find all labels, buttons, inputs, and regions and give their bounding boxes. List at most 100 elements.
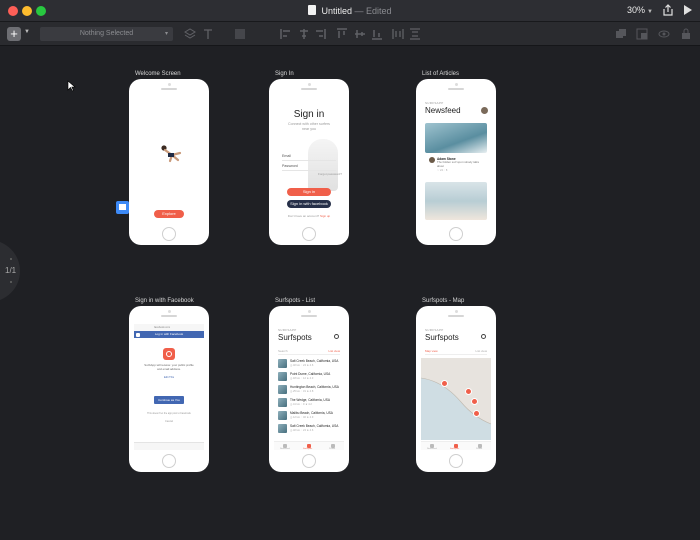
sign-up-prompt: Don't have an account? Sign up <box>274 214 344 218</box>
lock-icon[interactable] <box>680 28 692 40</box>
list-item[interactable]: The Wedge, California, USA ◷ 41 km ◌ 9 ★ … <box>278 397 340 409</box>
layers-icon[interactable] <box>184 28 196 40</box>
design-canvas[interactable] <box>0 47 700 540</box>
list-item[interactable]: Huntington Beach, California, USA ◷ 25 km… <box>278 384 340 396</box>
document-title: Untitled — Edited <box>0 5 700 16</box>
forgot-password-link[interactable]: Forgot password? <box>318 172 342 176</box>
tab-surfspots[interactable]: Surfspots <box>450 448 459 450</box>
list-item[interactable]: Salt Creek Beach, California, USA ◷ 32 km… <box>278 423 340 435</box>
list-item[interactable]: Malibu Beach, California, USA ◷ 12 km ◌ 4… <box>278 410 340 422</box>
artboard-label-facebook[interactable]: Sign in with Facebook <box>135 298 194 304</box>
flag-icon <box>119 204 126 210</box>
document-status: — Edited <box>354 6 392 16</box>
cancel-link[interactable]: Cancel <box>134 420 204 423</box>
boolean-union-icon[interactable] <box>615 28 627 40</box>
chevron-down-icon: ▾ <box>164 31 168 37</box>
align-right-icon[interactable] <box>314 28 326 40</box>
search-icon[interactable] <box>334 334 339 339</box>
list-item[interactable]: Salt Creek Beach, California, USA ◷ 32 km… <box>278 358 340 370</box>
welcome-screen: SurfsApp Discover the best surf spots an… <box>134 97 204 223</box>
article-excerpt: The hidden surf spot nobody talks about <box>437 160 479 168</box>
phone-home-button <box>449 227 463 241</box>
tab-profile[interactable]: Profile <box>329 448 335 450</box>
align-middle-icon[interactable] <box>354 28 366 40</box>
email-field[interactable] <box>282 160 336 161</box>
tab-bar: Newsfeed Surfspots Profile <box>274 441 344 450</box>
browser-url-bar[interactable]: facebook.com <box>134 324 204 331</box>
author-avatar <box>429 157 435 163</box>
map-pin[interactable] <box>471 398 478 405</box>
avatar[interactable] <box>481 107 488 114</box>
chevron-down-icon[interactable]: ▼ <box>24 29 30 35</box>
phone-home-button <box>162 227 176 241</box>
artboard-label-sign-in[interactable]: Sign In <box>275 71 294 77</box>
play-icon[interactable] <box>684 5 692 15</box>
edit-permissions-link[interactable]: Edit This <box>134 376 204 379</box>
add-icon[interactable]: + <box>7 27 21 41</box>
align-top-icon[interactable] <box>336 28 348 40</box>
tab-newsfeed[interactable]: Newsfeed <box>280 448 290 450</box>
facebook-sign-in-button[interactable]: Sign in with facebook <box>287 200 331 208</box>
explore-button[interactable]: Explore <box>154 210 184 218</box>
page-down-indicator[interactable] <box>10 281 12 283</box>
post-note: This doesn't let the app post to Faceboo… <box>147 412 191 415</box>
sign-up-link[interactable]: Sign up <box>320 214 330 218</box>
toolbar: + ▼ Nothing Selected ▾ <box>0 22 700 46</box>
artboard-label-surfspots-map[interactable]: Surfspots - Map <box>422 298 464 304</box>
artboard-welcome-screen[interactable]: SurfsApp Discover the best surf spots an… <box>129 79 209 245</box>
artboard-label-articles[interactable]: List of Articles <box>422 71 459 77</box>
selection-dropdown[interactable]: Nothing Selected ▾ <box>40 27 173 41</box>
page-indicator: 1/1 <box>5 266 17 275</box>
boolean-subtract-icon[interactable] <box>636 28 648 40</box>
map-pin[interactable] <box>473 410 480 417</box>
artboard-surfspots-list[interactable]: SURFSAPP Surfspots Search List view Salt … <box>269 306 349 472</box>
sign-in-title: Sign in <box>293 109 325 120</box>
list-item[interactable]: Point Dume, California, USA ◷ 18 km ◌ 12 … <box>278 371 340 383</box>
start-flag[interactable] <box>116 201 129 214</box>
artboard-list-of-articles[interactable]: SURFSAPP Newsfeed Adam Stone The hidden … <box>416 79 496 245</box>
tab-profile[interactable]: Profile <box>476 448 482 450</box>
phone-speaker <box>448 88 464 90</box>
align-left-icon[interactable] <box>280 28 292 40</box>
surfer-illustration <box>156 145 188 168</box>
page-up-indicator[interactable] <box>10 258 12 260</box>
sign-in-button[interactable]: Sign in <box>287 188 331 196</box>
align-center-icon[interactable] <box>298 28 310 40</box>
article-image-2[interactable] <box>425 182 487 220</box>
view-switch-bar[interactable]: Map view List view <box>425 348 487 355</box>
artboard-sign-in[interactable]: Sign in Connect with other surfers near … <box>269 79 349 245</box>
search-bar[interactable]: Search List view <box>278 348 340 355</box>
image-icon[interactable] <box>234 28 246 40</box>
permission-message: SurfsApp will receive: your public profi… <box>144 363 194 371</box>
map-view-toggle[interactable]: Map view <box>425 349 438 353</box>
phone-camera <box>308 83 311 86</box>
tab-newsfeed[interactable]: Newsfeed <box>427 448 437 450</box>
map-pin[interactable] <box>441 380 448 387</box>
phone-speaker <box>301 315 317 317</box>
surfspots-title: Surfspots <box>425 333 459 342</box>
artboard-label-surfspots-list[interactable]: Surfspots - List <box>275 298 315 304</box>
preview-eye-icon[interactable] <box>658 28 670 40</box>
phone-camera <box>455 83 458 86</box>
password-field[interactable] <box>282 170 336 171</box>
phone-home-button <box>162 454 176 468</box>
url-text: facebook.com <box>154 326 171 329</box>
view-toggle[interactable]: List view <box>328 348 340 355</box>
align-bottom-icon[interactable] <box>371 28 383 40</box>
list-view-toggle[interactable]: List view <box>475 348 487 355</box>
text-icon[interactable] <box>202 28 214 40</box>
share-icon[interactable] <box>661 3 675 17</box>
artboard-surfspots-map[interactable]: SURFSAPP Surfspots Map view List view New… <box>416 306 496 472</box>
artboard-sign-in-facebook[interactable]: facebook.com Log in with Facebook SurfsA… <box>129 306 209 472</box>
artboard-label-welcome[interactable]: Welcome Screen <box>135 71 181 77</box>
map[interactable] <box>421 358 491 440</box>
tab-surfspots[interactable]: Surfspots <box>303 448 312 450</box>
continue-button[interactable]: Continue as You <box>154 396 184 404</box>
distribute-vertical-icon[interactable] <box>409 28 421 40</box>
map-pin[interactable] <box>465 388 472 395</box>
article-image[interactable] <box>425 123 487 153</box>
search-icon[interactable] <box>481 334 486 339</box>
document-icon <box>308 5 317 15</box>
distribute-horizontal-icon[interactable] <box>392 28 404 40</box>
zoom-menu[interactable]: 30% ▼ <box>627 5 653 15</box>
